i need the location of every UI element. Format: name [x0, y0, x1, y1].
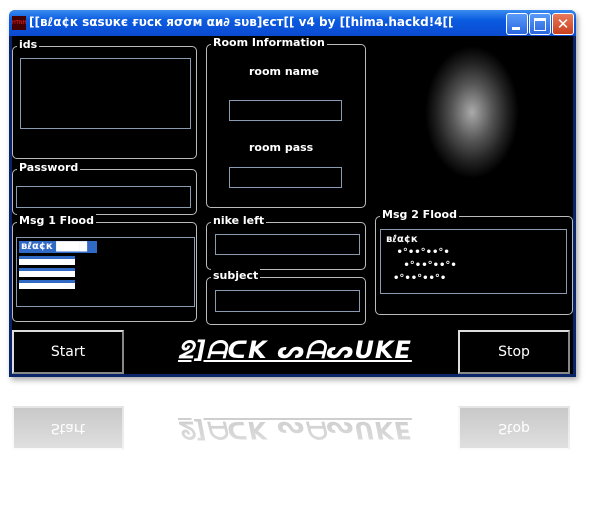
- msg2-line: •°••°••°•: [386, 260, 457, 271]
- minimize-button[interactable]: [506, 13, 528, 35]
- room-info-label: Room Information: [211, 36, 327, 49]
- black-sasuke-logo: ᘖ]ᗩᑕK ᔕᗩᔕᑌKE: [178, 336, 412, 364]
- nike-left-label: nike left: [211, 214, 267, 227]
- app-icon: HTNH: [12, 16, 26, 30]
- room-name-label: room name: [249, 65, 320, 78]
- ids-label: ids: [17, 38, 40, 51]
- msg1-label: Msg 1 Flood: [17, 214, 96, 227]
- msg2-label: Msg 2 Flood: [380, 208, 459, 221]
- password-label: Password: [17, 161, 81, 174]
- password-input[interactable]: [16, 186, 191, 208]
- msg2-line: •°••°••°•: [386, 247, 450, 258]
- ids-listbox[interactable]: [20, 58, 191, 129]
- stop-button[interactable]: Stop: [458, 330, 570, 374]
- msg2-line: вℓα¢к: [386, 234, 418, 245]
- list-item[interactable]: [19, 280, 75, 289]
- nike-left-input[interactable]: [215, 234, 360, 255]
- password-group: Password: [12, 161, 197, 215]
- msg2-line: •°••°••°•: [386, 273, 447, 284]
- msg1-listbox[interactable]: вℓα¢к ▇▇▇▇: [16, 237, 195, 307]
- client-area: ids Password Msg 1 Flood вℓα¢к ▇▇▇▇ Room…: [12, 36, 573, 374]
- room-pass-input[interactable]: [229, 167, 342, 188]
- reflection-fade: [0, 390, 591, 508]
- subject-input[interactable]: [215, 290, 360, 312]
- subject-label: subject: [211, 269, 261, 282]
- window-title: [[вℓα¢к ѕαѕυкє ғυcк яσσм αи∂ ѕυв]єcт[[ v…: [29, 15, 454, 29]
- room-info-group: Room Information room name room pass: [206, 36, 366, 208]
- lion-image: [407, 38, 537, 203]
- title-bar[interactable]: HTNH [[вℓα¢к ѕαѕυкє ғυcк яσσм αи∂ ѕυв]єc…: [9, 10, 576, 36]
- nike-left-group: nike left: [206, 214, 366, 270]
- maximize-button[interactable]: [529, 13, 551, 35]
- subject-group: subject: [206, 269, 366, 325]
- msg2-group: Msg 2 Flood вℓα¢к •°••°••°• •°••°••°• •°…: [375, 208, 573, 315]
- list-item[interactable]: вℓα¢к ▇▇▇▇: [19, 241, 97, 253]
- list-item[interactable]: [19, 256, 75, 265]
- list-item[interactable]: [19, 268, 75, 277]
- start-button[interactable]: Start: [12, 330, 124, 374]
- app-window: HTNH [[вℓα¢к ѕαѕυкє ғυcк яσσм αи∂ ѕυв]єc…: [9, 10, 576, 377]
- ids-group: ids: [12, 38, 197, 159]
- msg2-textbox[interactable]: вℓα¢к •°••°••°• •°••°••°• •°••°••°•: [380, 229, 567, 294]
- close-button[interactable]: ✕: [552, 13, 574, 35]
- room-pass-label: room pass: [249, 141, 314, 154]
- room-name-input[interactable]: [229, 100, 342, 121]
- msg1-group: Msg 1 Flood вℓα¢к ▇▇▇▇: [12, 214, 197, 322]
